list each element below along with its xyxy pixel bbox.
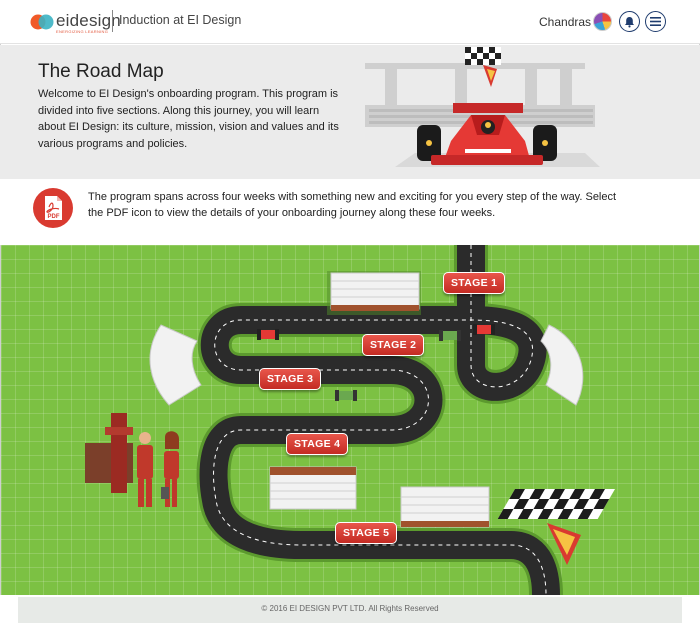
avatar[interactable]	[593, 12, 612, 31]
program-info: PDF The program spans across four weeks …	[0, 179, 700, 245]
race-car-green-1	[439, 330, 461, 341]
intro-text: Welcome to EI Design's onboarding progra…	[38, 88, 339, 150]
race-car-red-2	[473, 324, 495, 335]
user-name[interactable]: Chandras	[539, 15, 591, 29]
grandstand-mid	[269, 466, 357, 510]
race-car-illustration	[365, 47, 600, 167]
race-car-green-2	[335, 390, 357, 401]
grandstand-top	[327, 271, 421, 315]
header-divider	[112, 10, 113, 32]
stage-4-button[interactable]: STAGE 4	[286, 433, 349, 455]
eidesign-logo[interactable]: eidesign ENERGIZING LEARNING	[30, 11, 121, 35]
pit-crew	[137, 431, 179, 507]
logo-tagline: ENERGIZING LEARNING	[56, 29, 109, 34]
hero-banner: The Road Map Welcome to EI Design's onbo…	[0, 45, 700, 179]
pdf-download-button[interactable]: PDF	[33, 188, 73, 228]
pdf-icon-label: PDF	[48, 214, 60, 220]
grandstand-right	[400, 486, 490, 528]
bell-icon	[625, 16, 634, 27]
logo-mark-icon	[30, 14, 54, 30]
stage-2-button[interactable]: STAGE 2	[362, 334, 425, 356]
program-description: The program spans across four weeks with…	[88, 191, 617, 219]
hamburger-menu-icon	[650, 17, 661, 26]
stage-3-button[interactable]: STAGE 3	[259, 368, 322, 390]
stage-5-button[interactable]: STAGE 5	[335, 522, 398, 544]
notifications-button[interactable]	[619, 11, 640, 32]
stage-1-button[interactable]: STAGE 1	[443, 272, 506, 294]
app-title: Induction at EI Design	[119, 13, 242, 27]
copyright-text: © 2016 EI DESIGN PVT LTD. All Rights Res…	[261, 604, 439, 613]
footer: © 2016 EI DESIGN PVT LTD. All Rights Res…	[18, 597, 682, 623]
finish-flag	[497, 489, 615, 519]
pdf-icon: PDF	[45, 196, 62, 220]
top-bar: eidesign ENERGIZING LEARNING Induction a…	[0, 0, 700, 44]
pit-building	[85, 413, 133, 493]
race-car-red-1	[257, 329, 279, 340]
road-map: STAGE 1 STAGE 2 STAGE 3 STAGE 4 STAGE 5	[1, 245, 699, 595]
page-title: The Road Map	[38, 61, 164, 82]
main-menu-button[interactable]	[645, 11, 666, 32]
